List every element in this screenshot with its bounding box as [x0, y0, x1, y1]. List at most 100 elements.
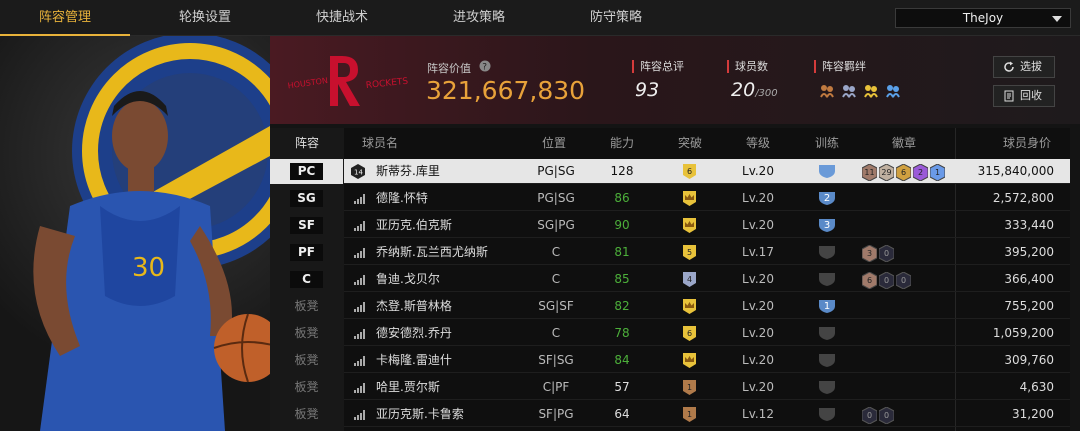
table-row[interactable]: PF 乔纳斯.瓦兰西尤纳斯 C 81 5 Lv.17 3 0 395,200: [270, 240, 1070, 265]
tab-lineup[interactable]: 阵容管理: [0, 0, 130, 36]
player-name[interactable]: 卡梅隆.雷迪什: [376, 348, 452, 373]
player-position: SF|PG: [538, 407, 574, 421]
row-slot[interactable]: PC: [290, 163, 323, 180]
rating-label: 阵容总评: [632, 60, 684, 73]
table-row[interactable]: SG 德隆.怀特 PG|SG 86 Lv.20 2 2,572,800: [270, 186, 1070, 211]
crown-icon: [685, 194, 694, 200]
badge-value: 6: [866, 276, 873, 285]
player-level: Lv.20: [742, 353, 774, 367]
player-table: 阵容 球员名 位置 能力 突破 等级 训练 徽章 球员身价 PC 14 斯蒂芬.库里…: [270, 128, 1080, 431]
player-price: 1,059,200: [992, 326, 1054, 340]
col-header-training: 训练: [814, 136, 839, 150]
tab-rotation[interactable]: 轮换设置: [140, 0, 270, 36]
row-slot[interactable]: C: [290, 271, 323, 288]
player-name[interactable]: 亚历克斯.卡鲁索: [376, 402, 464, 427]
row-slot[interactable]: 板凳: [290, 348, 323, 373]
col-header-ability: 能力: [609, 136, 634, 150]
table-row[interactable]: 板凳 德安德烈.乔丹 C 78 6 Lv.20 1,059,200: [270, 321, 1070, 346]
player-name[interactable]: 亚历克.伯克斯: [376, 213, 452, 238]
player-ability: 82: [614, 299, 630, 313]
badge-value: 2: [917, 168, 924, 177]
signal-icon: [354, 356, 365, 366]
player-name[interactable]: 德隆.怀特: [376, 186, 428, 211]
svg-text:?: ?: [482, 63, 487, 73]
row-slot[interactable]: SF: [290, 217, 323, 234]
col-header-level: 等级: [745, 136, 770, 150]
table-row[interactable]: 板凳 哈里.贾尔斯 C|PF 57 1 Lv.20 4,630: [270, 375, 1070, 400]
bond-label: 阵容羁绊: [814, 60, 866, 73]
player-level: Lv.20: [742, 380, 774, 394]
badge-value: 6: [900, 168, 907, 177]
tab-offense[interactable]: 进攻策略: [414, 0, 544, 36]
training-value: 2: [823, 193, 831, 204]
team-header: HOUSTON ROCKETS 阵容价值 ? 321,667,830 阵容总评 …: [270, 36, 1080, 124]
training-shield-icon[interactable]: [818, 245, 836, 260]
player-position: SG|SF: [538, 299, 574, 313]
tab-quick-tactics[interactable]: 快捷战术: [277, 0, 407, 36]
signal-icon: [354, 329, 365, 339]
row-slot[interactable]: 板凳: [290, 294, 323, 319]
player-position: SG|PG: [537, 218, 575, 232]
row-slot[interactable]: SG: [290, 190, 323, 207]
player-ability: 128: [610, 164, 634, 178]
training-value: 3: [823, 220, 831, 231]
table-row[interactable]: SF 亚历克.伯克斯 SG|PG 90 Lv.20 3 333,440: [270, 213, 1070, 238]
player-name[interactable]: 德安德烈.乔丹: [376, 321, 452, 346]
breakthrough-value: 1: [686, 383, 693, 392]
crown-icon: [685, 221, 694, 227]
player-name[interactable]: 乔纳斯.瓦兰西尤纳斯: [376, 240, 488, 265]
select-button[interactable]: 选拔: [993, 56, 1055, 78]
player-ability: 78: [614, 326, 630, 340]
bond-icon-1[interactable]: [819, 83, 835, 99]
refresh-icon: [1004, 61, 1014, 72]
player-position: PG|SG: [537, 164, 575, 178]
training-shield-icon[interactable]: [818, 272, 836, 287]
count-label: 球员数: [727, 60, 768, 73]
table-row[interactable]: 板凳 杰登.斯普林格 SG|SF 82 Lv.20 1 755,200: [270, 294, 1070, 319]
player-price: 755,200: [1004, 299, 1054, 313]
player-name[interactable]: 杰登.斯普林格: [376, 294, 452, 319]
player-level: Lv.20: [742, 218, 774, 232]
signal-icon: [354, 275, 365, 285]
rockets-logo: HOUSTON ROCKETS: [287, 56, 409, 106]
signal-icon: [354, 194, 365, 204]
training-shield-icon[interactable]: [818, 326, 836, 341]
recycle-button[interactable]: 回收: [993, 85, 1055, 107]
player-price: 366,400: [1004, 272, 1054, 286]
table-row[interactable]: 板凳 亚历克斯.卡鲁索 SF|PG 64 1 Lv.12 0 0 31,200: [270, 402, 1070, 427]
badge-value: 0: [883, 411, 890, 420]
training-shield-icon[interactable]: [818, 164, 836, 179]
badge-value: 0: [883, 249, 890, 258]
table-row[interactable]: PC 14 斯蒂芬.库里 PG|SG 128 6 Lv.20 11 29 6 2 1 315,840,0…: [270, 159, 1070, 184]
player-name[interactable]: 鲁迪.戈贝尔: [376, 267, 440, 292]
user-name: TheJoy: [962, 11, 1004, 25]
player-name[interactable]: 斯蒂芬.库里: [376, 159, 440, 184]
table-row[interactable]: C 鲁迪.戈贝尔 C 85 4 Lv.20 6 0 0 366,400: [270, 267, 1070, 292]
row-slot[interactable]: PF: [290, 244, 323, 261]
row-slot[interactable]: 板凳: [290, 375, 323, 400]
player-level: Lv.20: [742, 272, 774, 286]
bond-icon-2[interactable]: [841, 83, 857, 99]
signal-icon: [354, 221, 365, 231]
tab-defense[interactable]: 防守策略: [551, 0, 681, 36]
training-shield-icon[interactable]: [818, 407, 836, 422]
player-name[interactable]: 哈里.贾尔斯: [376, 375, 440, 400]
badge-value: 0: [866, 411, 873, 420]
player-price: 395,200: [1004, 245, 1054, 259]
badge-value: 11: [864, 168, 875, 177]
user-dropdown[interactable]: TheJoy: [895, 8, 1071, 28]
badge-value: 1: [934, 168, 941, 177]
row-slot[interactable]: 板凳: [290, 321, 323, 346]
breakthrough-value: 5: [686, 248, 693, 257]
svg-text:HOUSTON: HOUSTON: [287, 76, 328, 91]
svg-text:30: 30: [132, 253, 165, 283]
help-icon[interactable]: ?: [479, 60, 491, 72]
player-ability: 85: [614, 272, 630, 286]
training-shield-icon[interactable]: [818, 353, 836, 368]
row-slot[interactable]: 板凳: [290, 402, 323, 427]
table-row[interactable]: 板凳 卡梅隆.雷迪什 SF|SG 84 Lv.20 309,760: [270, 348, 1070, 373]
badge-value: 0: [883, 276, 890, 285]
bond-icon-4[interactable]: [885, 83, 901, 99]
bond-icon-3[interactable]: [863, 83, 879, 99]
training-shield-icon[interactable]: [818, 380, 836, 395]
